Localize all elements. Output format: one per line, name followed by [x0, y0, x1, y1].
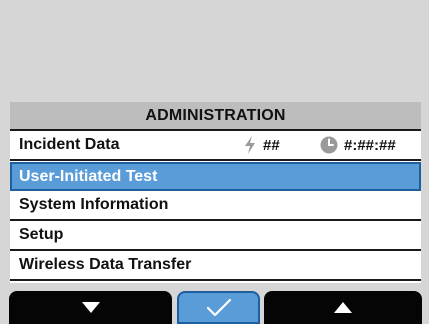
menu-item-user-initiated-test[interactable]: User-Initiated Test — [10, 162, 421, 191]
incident-time: #:##:## — [320, 136, 396, 154]
menu-item-label: Wireless Data Transfer — [19, 256, 192, 273]
lightning-icon — [245, 136, 255, 154]
menu-title: ADMINISTRATION — [145, 106, 286, 124]
checkmark-icon — [206, 298, 231, 316]
up-arrow-icon — [334, 302, 352, 313]
menu-item-label: System Information — [19, 196, 169, 213]
incident-time-value: #:##:## — [344, 136, 396, 154]
menu-item-label: Setup — [19, 226, 64, 243]
clock-icon — [320, 136, 338, 154]
down-arrow-icon — [81, 302, 100, 313]
incident-count-value: ## — [263, 136, 280, 154]
menu-header: ADMINISTRATION — [10, 102, 421, 131]
menu-item-incident-data[interactable]: Incident Data ## #:##:## — [10, 131, 421, 161]
confirm-softkey[interactable] — [177, 291, 260, 324]
device-screen: ADMINISTRATION Incident Data ## #:##:## … — [0, 0, 429, 324]
incident-count: ## — [243, 136, 280, 154]
administration-menu: ADMINISTRATION Incident Data ## #:##:## … — [10, 102, 421, 283]
menu-item-label: Incident Data — [19, 136, 120, 153]
menu-item-setup[interactable]: Setup — [10, 221, 421, 251]
down-softkey[interactable] — [9, 291, 172, 324]
menu-item-system-information[interactable]: System Information — [10, 191, 421, 221]
menu-item-wireless-data-transfer[interactable]: Wireless Data Transfer — [10, 251, 421, 281]
menu-item-label: User-Initiated Test — [19, 167, 158, 185]
softkey-bar — [0, 291, 429, 324]
up-softkey[interactable] — [264, 291, 422, 324]
